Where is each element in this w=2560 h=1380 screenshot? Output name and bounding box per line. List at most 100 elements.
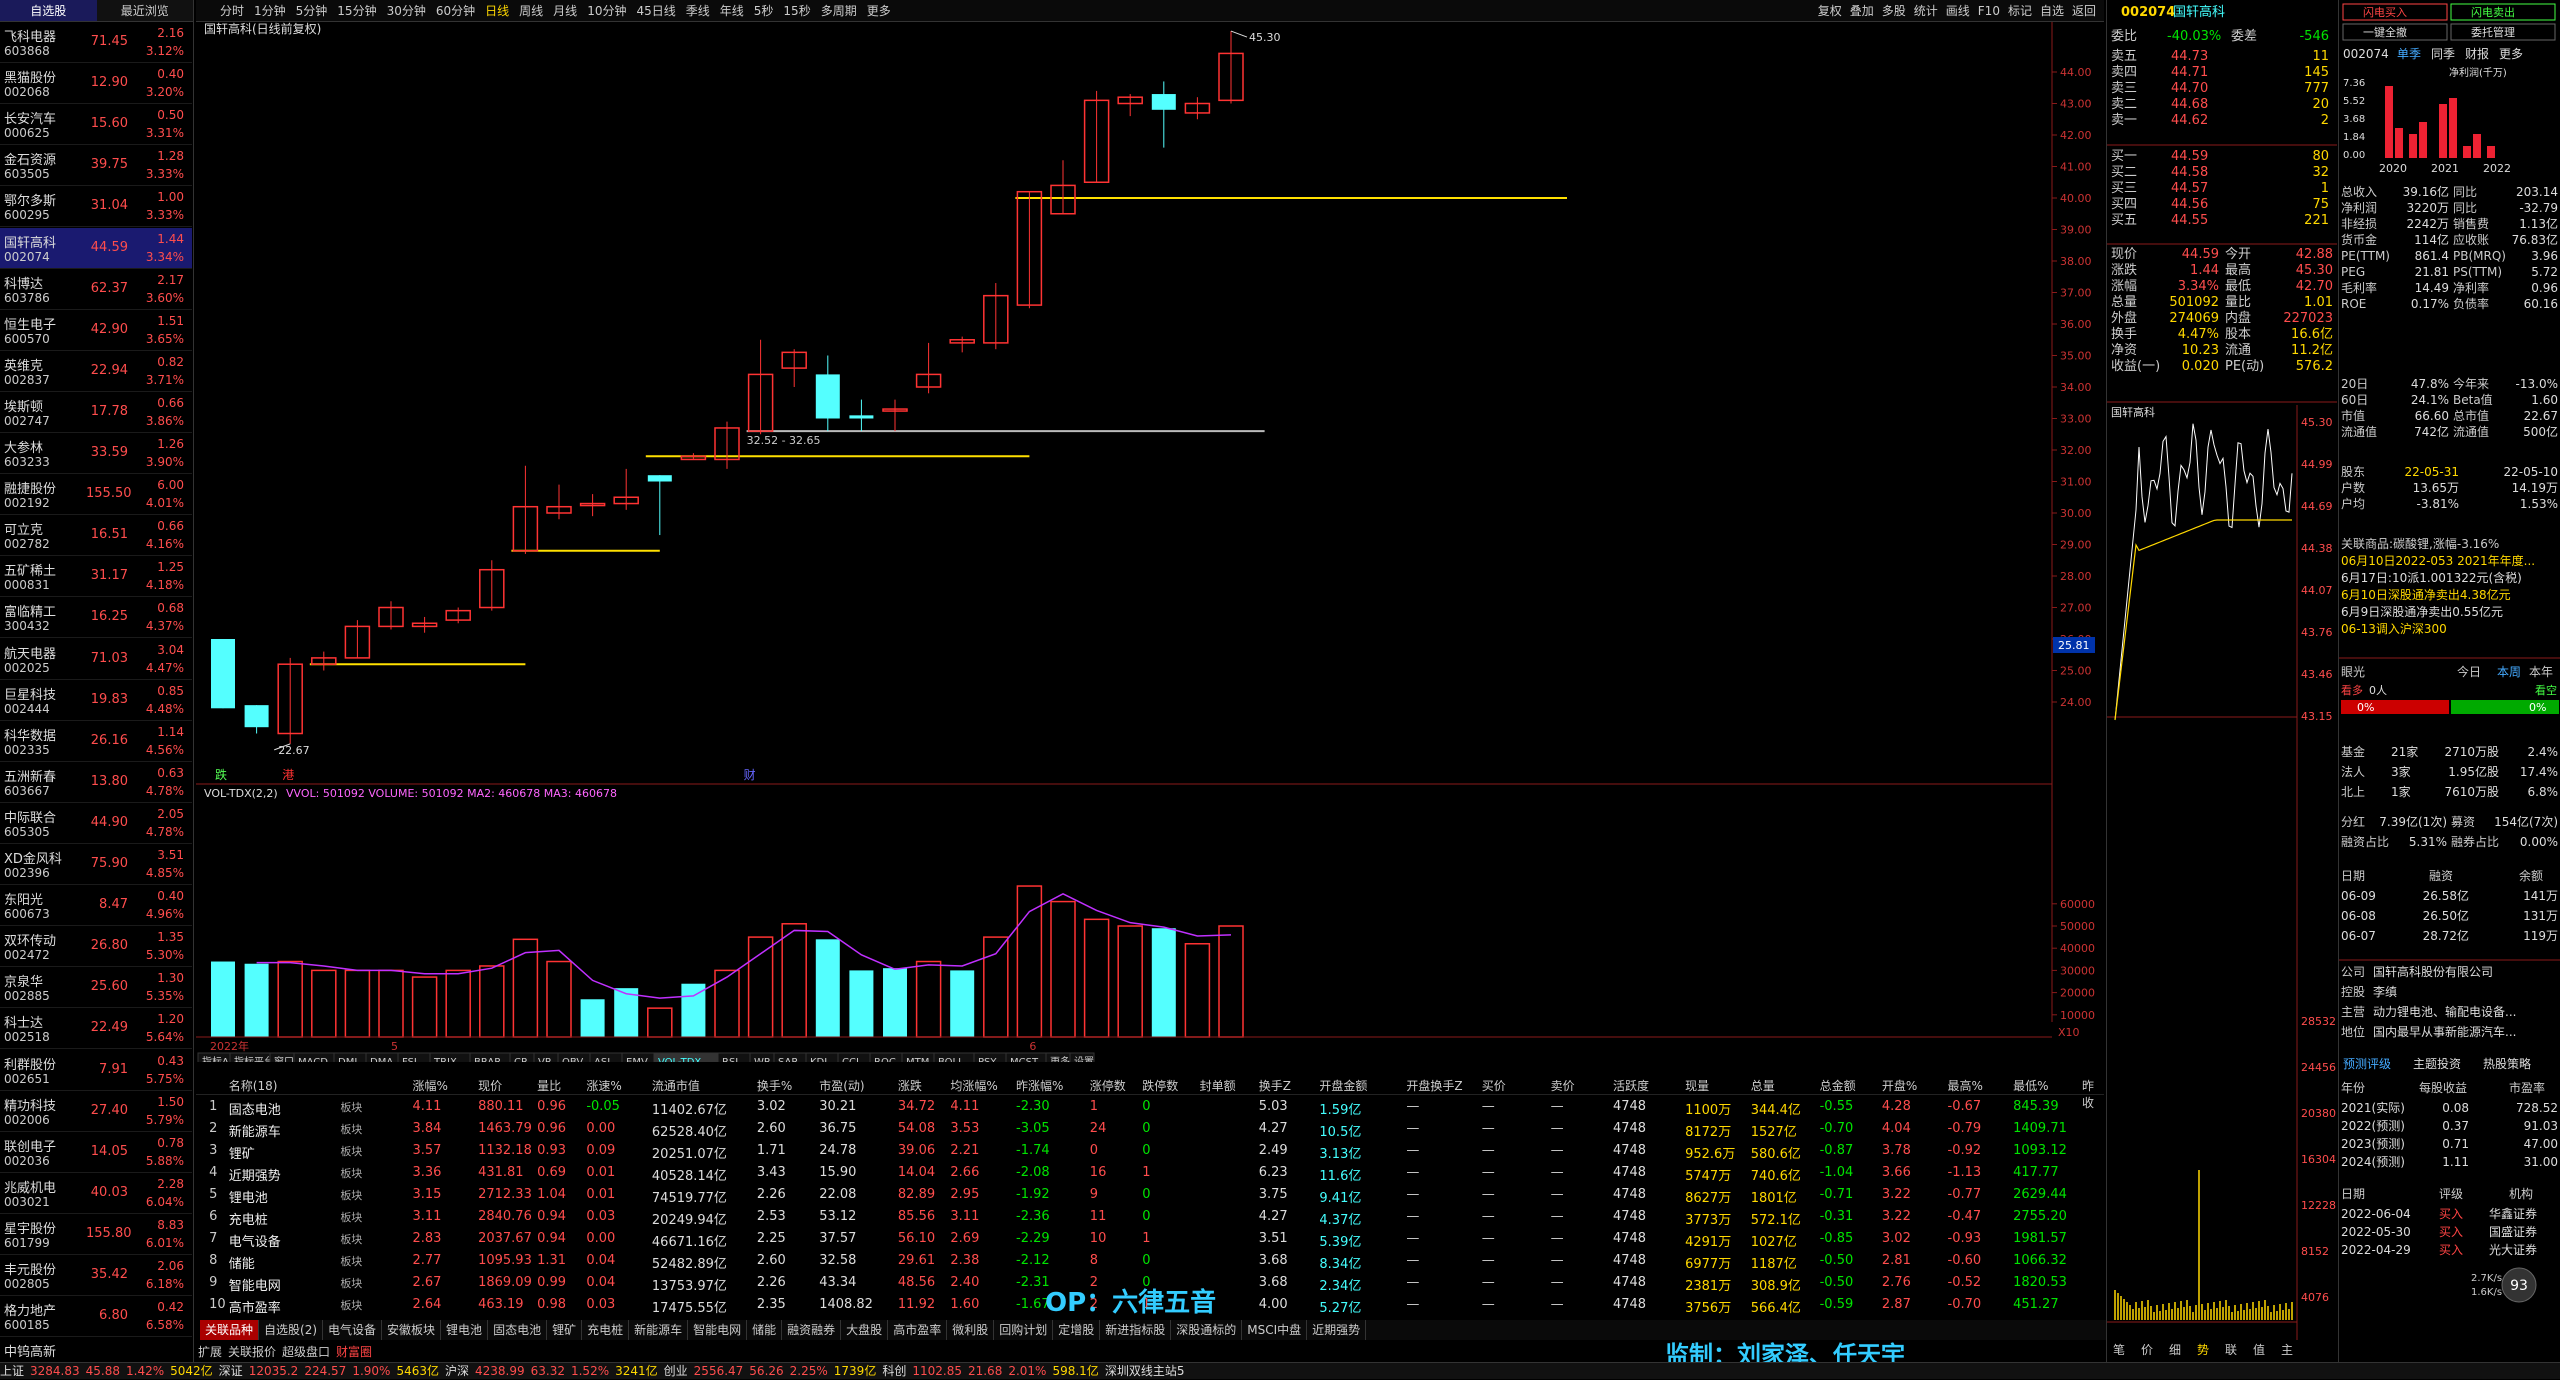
quote-subtab[interactable]: 笔 xyxy=(2113,1342,2125,1357)
period-tab[interactable]: 15秒 xyxy=(783,0,810,22)
quote-subtab[interactable]: 势 xyxy=(2197,1343,2209,1357)
sector-tab[interactable]: 安徽板块 xyxy=(382,1320,442,1340)
quote-subtab[interactable]: 联 xyxy=(2225,1343,2237,1357)
column-header[interactable]: 现价 xyxy=(478,1077,502,1094)
sector-tab[interactable]: 充电桩 xyxy=(582,1320,630,1340)
column-header[interactable]: 名称(18) xyxy=(229,1077,278,1094)
stock-row[interactable]: 精功科技 002006 27.40 1.50 5.79% xyxy=(0,1091,192,1132)
stock-row[interactable]: 航天电器 002025 71.03 3.04 4.47% xyxy=(0,639,192,680)
sector-tab[interactable]: 锂电池 xyxy=(441,1320,489,1340)
period-tab[interactable]: 周线 xyxy=(519,0,543,22)
tab-favorites[interactable]: 自选股 xyxy=(0,0,97,21)
stock-row[interactable]: 富临精工 300432 16.25 0.68 4.37% xyxy=(0,597,192,639)
period-tab[interactable]: 1分钟 xyxy=(254,0,286,22)
stock-row[interactable]: 星宇股份 601799 155.80 8.83 6.01% xyxy=(0,1214,192,1255)
period-tab[interactable]: 60分钟 xyxy=(436,0,475,22)
table-row[interactable]: 3 锂矿 板块 3.57 1132.18 0.93 0.09 20251.07亿 1.71 24.… xyxy=(196,1141,2104,1162)
sector-tab[interactable]: 深股通标的 xyxy=(1171,1320,1243,1340)
column-header[interactable]: 涨幅% xyxy=(412,1077,447,1094)
stock-row[interactable]: 利群股份 002651 7.91 0.43 5.75% xyxy=(0,1050,192,1091)
stock-row[interactable]: 融捷股份 002192 155.50 6.00 4.01% xyxy=(0,474,192,516)
table-row[interactable]: 4 近期强势 板块 3.36 431.81 0.69 0.01 40528.14亿 3.43 15… xyxy=(196,1163,2104,1184)
stock-row[interactable]: 五洲新春 603667 13.80 0.63 4.78% xyxy=(0,762,192,803)
stock-row[interactable]: 鄂尔多斯 600295 31.04 1.00 3.33% xyxy=(0,186,192,228)
stock-row[interactable]: 联创电子 002036 14.05 0.78 5.88% xyxy=(0,1132,192,1173)
tool-button[interactable]: 多股 xyxy=(1882,0,1906,22)
column-header[interactable]: 市盈(动) xyxy=(819,1077,864,1094)
column-header[interactable]: 总量 xyxy=(1751,1077,1775,1094)
sector-tab[interactable]: 电气设备 xyxy=(323,1320,383,1340)
column-header[interactable]: 昨涨幅% xyxy=(1016,1077,1063,1094)
stock-row[interactable]: 长安汽车 000625 15.60 0.50 3.31% xyxy=(0,104,192,146)
column-header[interactable]: 量比 xyxy=(537,1077,561,1094)
forecast-tab[interactable]: 主题投资 xyxy=(2413,1056,2461,1071)
bottom-tab[interactable]: 扩展 xyxy=(198,1345,222,1359)
sector-tab[interactable]: 回购计划 xyxy=(994,1320,1054,1340)
tool-button[interactable]: 叠加 xyxy=(1850,0,1874,22)
news-item[interactable]: 06-13调入沪深300 xyxy=(2341,622,2447,636)
sector-tab[interactable]: 融资融券 xyxy=(782,1320,842,1340)
table-row[interactable]: 6 充电桩 板块 3.11 2840.76 0.94 0.03 20249.94亿 2.53 53… xyxy=(196,1207,2104,1228)
sector-tab[interactable]: 关联品种 xyxy=(200,1320,260,1340)
column-header[interactable]: 最高% xyxy=(1948,1077,1983,1094)
stock-row[interactable]: 科士达 002518 22.49 1.20 5.64% xyxy=(0,1008,192,1050)
column-header[interactable]: 总金额 xyxy=(1820,1077,1856,1094)
f10-menu[interactable]: 财报 xyxy=(2465,46,2489,61)
column-header[interactable]: 换手Z xyxy=(1259,1077,1291,1094)
stock-row[interactable]: 科博达 603786 62.37 2.17 3.60% xyxy=(0,269,192,310)
column-header[interactable]: 跌停数 xyxy=(1142,1077,1178,1094)
column-header[interactable]: 买价 xyxy=(1482,1077,1506,1094)
period-tab[interactable]: 5秒 xyxy=(754,0,774,22)
stock-row[interactable]: 双环传动 002472 26.80 1.35 5.30% xyxy=(0,926,192,968)
period-tab[interactable]: 年线 xyxy=(720,0,744,22)
stock-row[interactable]: 中际联合 605305 44.90 2.05 4.78% xyxy=(0,803,192,844)
table-row[interactable]: 1 固态电池 板块 4.11 880.11 0.96 -0.05 11402.67亿 3.02 3… xyxy=(196,1097,2104,1118)
bottom-tab[interactable]: 超级盘口 xyxy=(282,1345,330,1359)
sector-tab[interactable]: 近期强势 xyxy=(1307,1320,1367,1340)
column-header[interactable]: 现量 xyxy=(1685,1077,1709,1094)
stock-row[interactable]: 飞科电器 603868 71.45 2.16 3.12% xyxy=(0,22,192,63)
sector-tab[interactable]: 固态电池 xyxy=(488,1320,548,1340)
stock-row[interactable]: 大参林 603233 33.59 1.26 3.90% xyxy=(0,433,192,474)
stock-row[interactable]: 东阳光 600673 8.47 0.40 4.96% xyxy=(0,885,192,927)
sector-tab[interactable]: MSCI中盘 xyxy=(1242,1320,1308,1340)
column-header[interactable]: 活跃度 xyxy=(1613,1077,1649,1094)
column-header[interactable]: 开盘% xyxy=(1882,1077,1917,1094)
news-item[interactable]: 6月10日深股通净卖出4.38亿元 xyxy=(2341,587,2511,602)
table-row[interactable]: 8 储能 板块 2.77 1095.93 1.31 0.04 52482.89亿 2.60 32.… xyxy=(196,1251,2104,1272)
news-item[interactable]: 关联商品:碳酸锂,涨幅-3.16% xyxy=(2341,536,2499,551)
tool-button[interactable]: 画线 xyxy=(1946,0,1970,22)
sector-tab[interactable]: 微利股 xyxy=(947,1320,995,1340)
column-header[interactable]: 涨停数 xyxy=(1090,1077,1126,1094)
period-tab[interactable]: 分时 xyxy=(220,0,244,22)
period-tab[interactable]: 季线 xyxy=(686,0,710,22)
sector-tab[interactable]: 锂矿 xyxy=(547,1320,583,1340)
bottom-tab[interactable]: 财富圈 xyxy=(336,1345,372,1359)
period-tab[interactable]: 月线 xyxy=(553,0,577,22)
period-tab[interactable]: 5分钟 xyxy=(296,0,328,22)
kline-chart-area[interactable]: 国轩高科(日线前复权) 44.00 43.00 42.00 41.00 40.00 39.0… xyxy=(196,21,2106,1069)
stock-row[interactable]: 英维克 002837 22.94 0.82 3.71% xyxy=(0,351,192,392)
f10-menu[interactable]: 更多 xyxy=(2499,47,2523,61)
stock-row[interactable]: 格力地产 600185 6.80 0.42 6.58% xyxy=(0,1296,192,1338)
period-tab[interactable]: 更多 xyxy=(867,0,891,22)
stock-row[interactable]: 黑猫股份 002068 12.90 0.40 3.20% xyxy=(0,63,192,105)
sector-tab[interactable]: 自选股(2) xyxy=(259,1320,324,1340)
period-tab[interactable]: 45日线 xyxy=(636,0,675,22)
quote-subtab[interactable]: 主 xyxy=(2281,1343,2293,1357)
tool-button[interactable]: F10 xyxy=(1978,0,2000,22)
table-row[interactable]: 2 新能源车 板块 3.84 1463.79 0.96 0.00 62528.40亿 2.60 3… xyxy=(196,1119,2104,1140)
f10-menu[interactable]: 同季 xyxy=(2431,47,2455,61)
quote-subtab[interactable]: 值 xyxy=(2253,1342,2265,1357)
news-item[interactable]: 6月17日:10派1.001322元(含税) xyxy=(2341,570,2522,585)
stock-row[interactable]: 科华数据 002335 26.16 1.14 4.56% xyxy=(0,721,192,762)
sector-tab[interactable]: 定增股 xyxy=(1053,1320,1101,1340)
sector-tab[interactable]: 新进指标股 xyxy=(1100,1320,1172,1340)
stock-row[interactable]: XD金风科 002396 75.90 3.51 4.85% xyxy=(0,844,192,885)
bottom-tab[interactable]: 关联报价 xyxy=(228,1345,276,1359)
column-header[interactable]: 开盘换手Z xyxy=(1406,1077,1462,1094)
sector-tab[interactable]: 高市盈率 xyxy=(888,1320,948,1340)
f10-menu[interactable]: 单季 xyxy=(2397,47,2421,61)
stock-row[interactable]: 京泉华 002885 25.60 1.30 5.35% xyxy=(0,967,192,1009)
stock-row[interactable]: 国轩高科 002074 44.59 1.44 3.34% xyxy=(0,227,192,269)
